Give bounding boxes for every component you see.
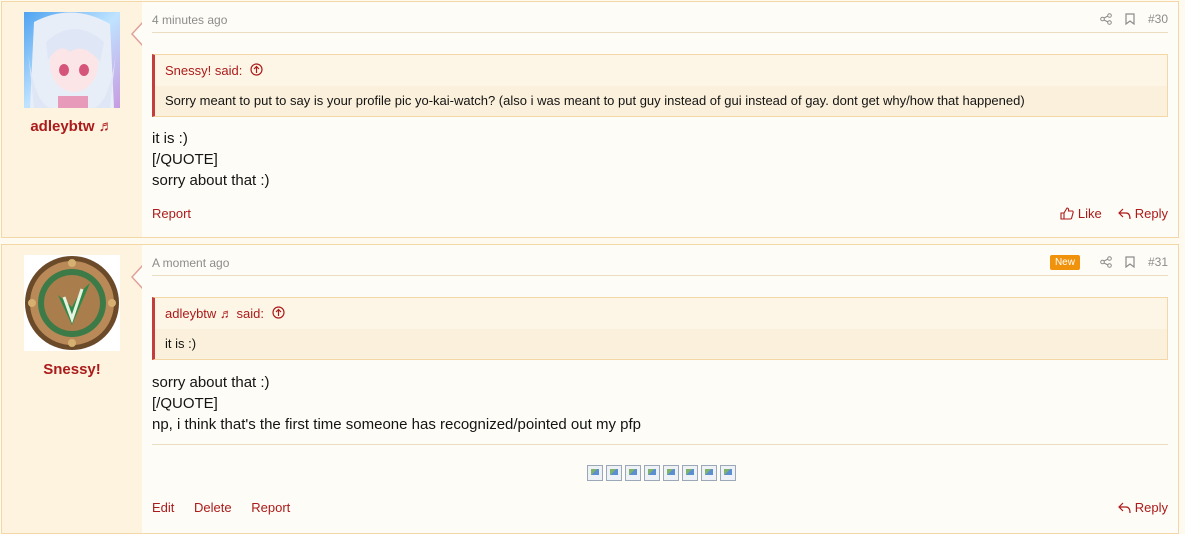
- user-column: Snessy!: [2, 245, 142, 533]
- edit-link[interactable]: Edit: [152, 500, 174, 515]
- report-link[interactable]: Report: [152, 206, 191, 221]
- quote-author[interactable]: Snessy! said:: [165, 63, 242, 78]
- post-footer: Report Like Reply: [152, 206, 1168, 221]
- quote-text: Sorry meant to put to say is your profil…: [155, 86, 1167, 116]
- post-meta: 4 minutes ago #30: [152, 2, 1168, 33]
- username[interactable]: Snessy!: [2, 361, 142, 378]
- reply-button[interactable]: Reply: [1117, 206, 1168, 221]
- arrow-up-circle-icon[interactable]: [250, 56, 263, 87]
- reply-label: Reply: [1134, 206, 1168, 221]
- body-line: [/QUOTE]: [152, 395, 218, 412]
- post-main: 4 minutes ago #30 Snessy! said: Sorry me…: [142, 2, 1178, 237]
- like-label: Like: [1077, 206, 1102, 221]
- post-body: it is :) [/QUOTE] sorry about that :): [152, 128, 270, 191]
- broken-image-icon[interactable]: [720, 465, 736, 481]
- reply-icon: [1117, 502, 1131, 513]
- broken-image-icon[interactable]: [663, 465, 679, 481]
- post-body: sorry about that :) [/QUOTE] np, i think…: [152, 372, 641, 435]
- bookmark-icon[interactable]: [1118, 11, 1142, 27]
- bookmark-icon[interactable]: [1118, 254, 1142, 270]
- broken-image-icon[interactable]: [606, 465, 622, 481]
- share-icon[interactable]: [1094, 254, 1118, 270]
- post-number[interactable]: #31: [1148, 255, 1168, 269]
- reply-button[interactable]: Reply: [1117, 500, 1168, 515]
- username[interactable]: adleybtw ♬: [2, 118, 142, 135]
- new-badge: New: [1049, 254, 1080, 270]
- user-column: adleybtw ♬: [2, 2, 142, 237]
- quote-text: it is :): [155, 329, 1167, 359]
- post-footer: Edit Delete Report Reply: [152, 500, 1168, 515]
- delete-link[interactable]: Delete: [194, 500, 232, 515]
- signature: [152, 444, 1168, 481]
- like-button[interactable]: Like: [1060, 206, 1102, 221]
- reply-label: Reply: [1134, 500, 1168, 515]
- quote-block: adleybtw ♬ said: it is :): [152, 297, 1168, 360]
- body-line: sorry about that :): [152, 172, 270, 189]
- broken-image-icon[interactable]: [644, 465, 660, 481]
- broken-image-icon[interactable]: [625, 465, 641, 481]
- body-line: np, i think that's the first time someon…: [152, 416, 641, 433]
- post-30: adleybtw ♬ 4 minutes ago #30 Snessy! sai…: [1, 1, 1179, 238]
- report-link[interactable]: Report: [251, 500, 290, 515]
- broken-image-icon[interactable]: [701, 465, 717, 481]
- broken-image-icon[interactable]: [682, 465, 698, 481]
- quote-block: Snessy! said: Sorry meant to put to say …: [152, 54, 1168, 117]
- reply-icon: [1117, 208, 1131, 219]
- body-line: it is :): [152, 130, 188, 147]
- share-icon[interactable]: [1094, 11, 1118, 27]
- arrow-up-circle-icon[interactable]: [272, 299, 285, 330]
- post-time[interactable]: A moment ago: [152, 256, 229, 270]
- post-meta: A moment ago New #31: [152, 245, 1168, 276]
- post-time[interactable]: 4 minutes ago: [152, 13, 227, 27]
- signature-images: [587, 465, 736, 481]
- quote-author[interactable]: adleybtw ♬ said:: [165, 306, 264, 321]
- broken-image-icon[interactable]: [587, 465, 603, 481]
- body-line: [/QUOTE]: [152, 151, 218, 168]
- avatar[interactable]: [24, 255, 120, 351]
- post-main: A moment ago New #31 adleybtw ♬ said: it…: [142, 245, 1178, 533]
- post-number[interactable]: #30: [1148, 12, 1168, 26]
- thumbs-up-icon: [1060, 207, 1074, 220]
- post-31: Snessy! A moment ago New #31 adleybtw ♬ …: [1, 244, 1179, 534]
- avatar[interactable]: [24, 12, 120, 108]
- body-line: sorry about that :): [152, 374, 270, 391]
